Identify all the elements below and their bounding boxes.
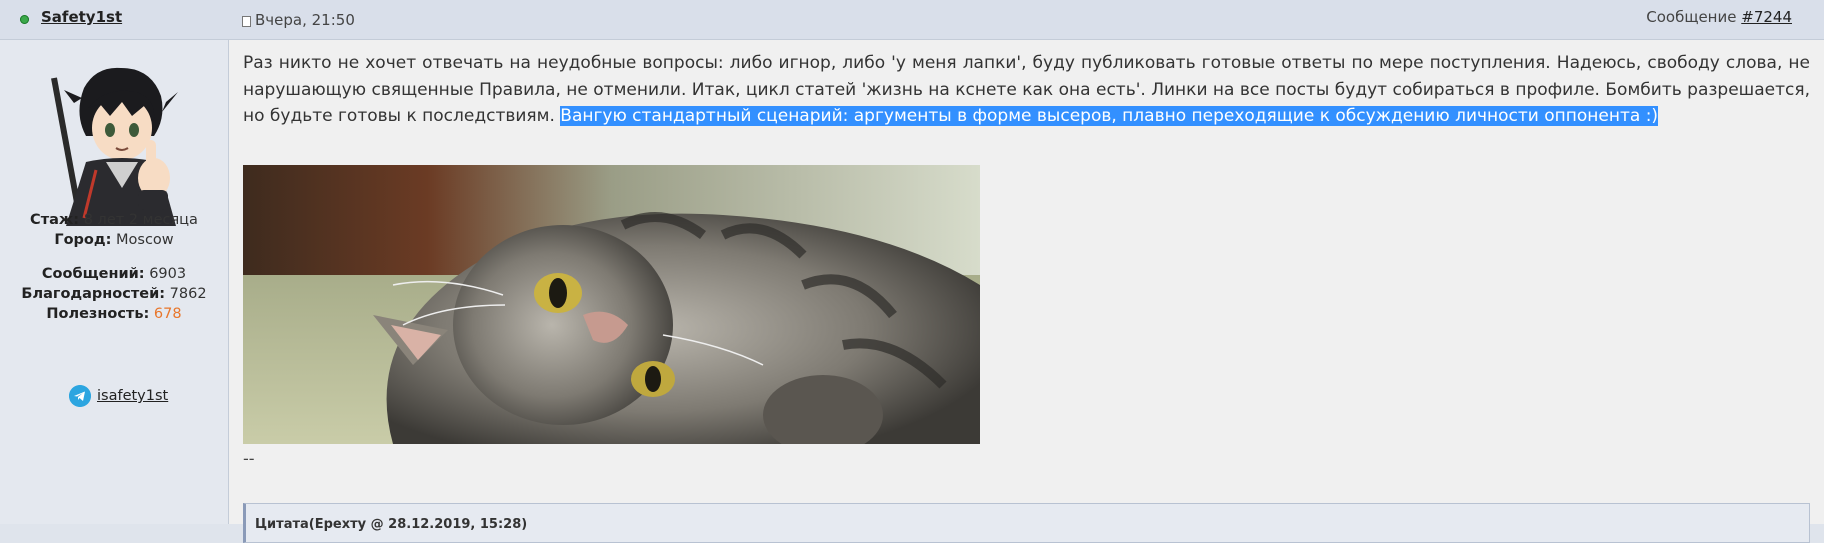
message-label: Сообщение <box>1646 8 1742 26</box>
stats-messages: Сообщений: 6903 <box>0 264 228 284</box>
telegram-link[interactable]: isafety1st <box>97 388 168 404</box>
thanks-label: Благодарностей: <box>21 286 166 302</box>
telegram-contact: isafety1st <box>69 385 168 407</box>
tenure-label: Стаж: <box>30 212 80 228</box>
quote-block: Цитата(Ерехту @ 28.12.2019, 15:28) <box>243 503 1810 543</box>
city-value: Moscow <box>111 232 174 248</box>
post-body: Раз никто не хочет отвечать на неудобные… <box>243 50 1810 130</box>
author-username-link[interactable]: Safety1st <box>41 8 122 26</box>
messages-label: Сообщений: <box>41 266 145 282</box>
selected-text: Вангую стандартный сценарий: аргументы в… <box>560 106 1659 126</box>
usefulness-value: 678 <box>149 306 182 322</box>
post-date: Вчера, 21:50 <box>242 11 355 29</box>
stats-city: Город: Moscow <box>0 230 228 250</box>
tenure-value: 8 лет 2 месяца <box>79 212 198 228</box>
avatar <box>26 58 201 226</box>
stats-usefulness: Полезность: 678 <box>0 304 228 324</box>
thanks-value: 7862 <box>165 286 207 302</box>
post-date-text: Вчера, 21:50 <box>255 11 355 29</box>
document-icon <box>242 15 251 27</box>
signature-separator: -- <box>243 449 255 468</box>
quote-title: Цитата(Ерехту @ 28.12.2019, 15:28) <box>255 517 528 532</box>
author-sidebar: Стаж: 8 лет 2 месяца Город: Moscow Сообщ… <box>0 40 229 524</box>
post-header: Safety1st Вчера, 21:50 Сообщение #7244 <box>0 0 1824 40</box>
messages-value: 6903 <box>144 266 187 282</box>
message-number: Сообщение #7244 <box>1646 8 1792 26</box>
online-status-icon <box>20 15 29 24</box>
stats-thanks: Благодарностей: 7862 <box>0 284 228 304</box>
city-label: Город: <box>54 232 112 248</box>
telegram-icon <box>69 385 91 407</box>
post-content: Раз никто не хочет отвечать на неудобные… <box>229 40 1824 543</box>
cat-photo <box>243 165 980 444</box>
stats-tenure: Стаж: 8 лет 2 месяца <box>0 210 228 230</box>
message-number-link[interactable]: #7244 <box>1741 8 1792 26</box>
usefulness-label: Полезность: <box>46 306 150 322</box>
